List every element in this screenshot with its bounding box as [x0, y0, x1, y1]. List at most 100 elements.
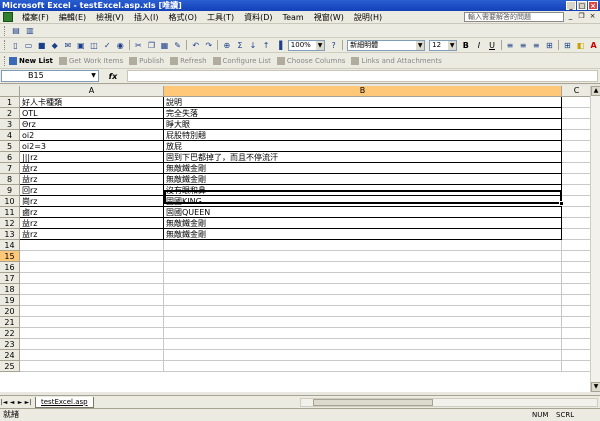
- maximize-button[interactable]: □: [577, 1, 587, 10]
- cell[interactable]: [20, 273, 164, 284]
- cell[interactable]: [562, 251, 590, 262]
- minimize-button[interactable]: _: [566, 1, 576, 10]
- cell[interactable]: 益rz: [20, 229, 164, 240]
- layout-icon[interactable]: ▤: [10, 25, 22, 36]
- cell[interactable]: 無敵鐵金剛: [164, 229, 562, 240]
- cell[interactable]: [20, 339, 164, 350]
- cell[interactable]: OTL: [20, 108, 164, 119]
- refresh-button[interactable]: Refresh: [170, 56, 207, 65]
- row-header[interactable]: 1: [0, 97, 20, 108]
- cell[interactable]: [562, 295, 590, 306]
- row-header[interactable]: 6: [0, 152, 20, 163]
- cell[interactable]: 放屁: [164, 141, 562, 152]
- menu-view[interactable]: 檢視(V): [91, 11, 129, 24]
- close-button[interactable]: ×: [588, 1, 598, 10]
- cell[interactable]: [20, 350, 164, 361]
- cell[interactable]: 無敵鐵金剛: [164, 174, 562, 185]
- email-icon[interactable]: ✉: [62, 40, 73, 51]
- cell[interactable]: [562, 284, 590, 295]
- cell[interactable]: 崗rz: [20, 196, 164, 207]
- publish-button[interactable]: Publish: [129, 56, 164, 65]
- undo-icon[interactable]: ↶: [190, 40, 201, 51]
- cell[interactable]: [562, 130, 590, 141]
- cell[interactable]: 無敵鐵金剛: [164, 218, 562, 229]
- align-right-icon[interactable]: ≡: [531, 40, 542, 51]
- cell[interactable]: [562, 163, 590, 174]
- insert-function-icon[interactable]: fx: [99, 72, 127, 81]
- sort-descending-icon[interactable]: ↑: [261, 40, 272, 51]
- cell[interactable]: |||rz: [20, 152, 164, 163]
- row-header[interactable]: 11: [0, 207, 20, 218]
- font-color-icon[interactable]: A: [588, 40, 599, 51]
- merge-center-icon[interactable]: ⊞: [544, 40, 555, 51]
- column-header-c[interactable]: C: [562, 86, 590, 97]
- cell[interactable]: 益rz: [20, 163, 164, 174]
- menu-data[interactable]: 資料(D): [239, 11, 277, 24]
- cell[interactable]: [164, 262, 562, 273]
- open-icon[interactable]: ▭: [23, 40, 34, 51]
- italic-button[interactable]: I: [473, 40, 484, 51]
- row-header[interactable]: 20: [0, 306, 20, 317]
- cell[interactable]: 完全失落: [164, 108, 562, 119]
- cell[interactable]: [562, 317, 590, 328]
- menu-edit[interactable]: 編輯(E): [54, 11, 91, 24]
- cell[interactable]: 沒有眼和鼻: [164, 185, 562, 196]
- print-layout-icon[interactable]: ▥: [24, 25, 36, 36]
- chart-wizard-icon[interactable]: ▐: [274, 40, 285, 51]
- sheet-tab[interactable]: testExcel.asp: [35, 396, 94, 408]
- cell[interactable]: 鹵rz: [20, 207, 164, 218]
- menu-help[interactable]: 說明(H): [349, 11, 387, 24]
- bold-button[interactable]: B: [460, 40, 471, 51]
- workbook-minimize-icon[interactable]: _: [566, 12, 575, 21]
- row-header[interactable]: 25: [0, 361, 20, 372]
- cell[interactable]: [164, 350, 562, 361]
- row-header[interactable]: 7: [0, 163, 20, 174]
- menu-insert[interactable]: 插入(I): [129, 11, 164, 24]
- next-sheet-icon[interactable]: ►: [16, 398, 24, 407]
- cell[interactable]: [562, 108, 590, 119]
- toolbar-grip[interactable]: [4, 55, 7, 66]
- row-header[interactable]: 15: [0, 251, 20, 262]
- cell[interactable]: [164, 240, 562, 251]
- row-header[interactable]: 12: [0, 218, 20, 229]
- scroll-thumb[interactable]: [313, 399, 433, 406]
- cell[interactable]: [562, 328, 590, 339]
- print-icon[interactable]: ▣: [75, 40, 86, 51]
- save-icon[interactable]: ■: [36, 40, 47, 51]
- permission-icon[interactable]: ◆: [49, 40, 60, 51]
- row-header[interactable]: 8: [0, 174, 20, 185]
- cell[interactable]: 益rz: [20, 218, 164, 229]
- align-left-icon[interactable]: ≡: [504, 40, 515, 51]
- cell[interactable]: [562, 207, 590, 218]
- cell[interactable]: [20, 284, 164, 295]
- cell[interactable]: [164, 295, 562, 306]
- copy-icon[interactable]: ❐: [146, 40, 157, 51]
- vertical-scrollbar[interactable]: ▲ ▼: [590, 86, 600, 392]
- cell[interactable]: [164, 306, 562, 317]
- borders-icon[interactable]: ⊞: [562, 40, 573, 51]
- font-size-select[interactable]: 12 ▼: [429, 39, 458, 51]
- row-header[interactable]: 13: [0, 229, 20, 240]
- row-header[interactable]: 21: [0, 317, 20, 328]
- cell[interactable]: 無敵鐵金剛: [164, 163, 562, 174]
- new-list-button[interactable]: New List: [9, 56, 53, 65]
- cell[interactable]: [562, 229, 590, 240]
- cell[interactable]: 睜大眼: [164, 119, 562, 130]
- workbook-restore-icon[interactable]: ❐: [577, 12, 586, 21]
- menu-window[interactable]: 視窗(W): [309, 11, 349, 24]
- print-preview-icon[interactable]: ◫: [89, 40, 100, 51]
- configure-list-button[interactable]: Configure List: [212, 56, 271, 65]
- cell[interactable]: Θrz: [20, 119, 164, 130]
- underline-button[interactable]: U: [486, 40, 497, 51]
- cell[interactable]: [20, 328, 164, 339]
- align-center-icon[interactable]: ≡: [518, 40, 529, 51]
- help-search-input[interactable]: 輸入需要解答的問題: [464, 12, 564, 22]
- cell[interactable]: 說明: [164, 97, 562, 108]
- paste-icon[interactable]: ▦: [159, 40, 170, 51]
- autosum-icon[interactable]: Σ: [234, 40, 245, 51]
- row-header[interactable]: 24: [0, 350, 20, 361]
- name-box[interactable]: B15 ▼: [1, 70, 99, 82]
- row-header[interactable]: 2: [0, 108, 20, 119]
- help-icon[interactable]: ?: [328, 40, 339, 51]
- cell[interactable]: [562, 152, 590, 163]
